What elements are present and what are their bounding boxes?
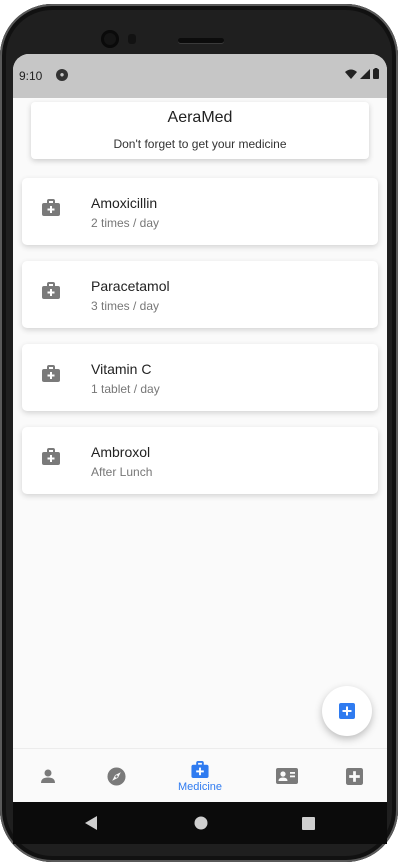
- person-icon: [41, 769, 55, 783]
- back-icon[interactable]: [85, 816, 97, 830]
- home-icon[interactable]: [194, 816, 208, 830]
- status-bar: 9:10 ●: [13, 54, 387, 98]
- app-subtitle: Don't forget to get your medicine: [113, 137, 287, 151]
- header-card: AeraMed Don't forget to get your medicin…: [31, 102, 369, 159]
- app-title: AeraMed: [167, 109, 233, 126]
- nav-label-medicine: Medicine: [177, 780, 223, 793]
- status-time: 9:10: [19, 69, 43, 83]
- earpiece-speaker: [178, 38, 224, 43]
- contact-card-icon: [276, 768, 298, 784]
- medicine-dose: After Lunch: [91, 465, 153, 479]
- medicine-dose: 1 tablet / day: [91, 382, 160, 396]
- medicine-card[interactable]: Amoxicillin 2 times / day: [22, 178, 378, 245]
- battery-icon: [373, 68, 379, 79]
- add-box-icon: [339, 703, 355, 719]
- nav-item-contacts[interactable]: [272, 749, 302, 802]
- nav-item-profile[interactable]: [33, 749, 63, 802]
- medicine-card[interactable]: Ambroxol After Lunch: [22, 427, 378, 494]
- medicine-dose: 2 times / day: [91, 216, 160, 230]
- app-notification-icon: ●: [56, 69, 68, 81]
- medical-bag-icon: [42, 199, 60, 216]
- app-screen: 9:10 ● AeraMed Don't forget to get your …: [13, 54, 387, 802]
- medicine-card[interactable]: Vitamin C 1 tablet / day: [22, 344, 378, 411]
- medicine-card[interactable]: Paracetamol 3 times / day: [22, 261, 378, 328]
- front-camera: [101, 30, 119, 48]
- cell-signal-icon: [360, 68, 370, 79]
- system-navigation-bar: [13, 802, 387, 844]
- wifi-icon: [345, 69, 357, 79]
- recents-icon[interactable]: [302, 817, 315, 830]
- add-medicine-button[interactable]: [322, 686, 372, 736]
- medicine-dose: 3 times / day: [91, 299, 160, 313]
- status-indicators: [345, 68, 379, 79]
- nav-item-explore[interactable]: [101, 749, 131, 802]
- medicine-name: Paracetamol: [91, 278, 170, 294]
- compass-icon: [106, 766, 126, 786]
- medicine-name: Vitamin C: [91, 361, 152, 377]
- medicine-name: Ambroxol: [91, 444, 151, 460]
- medical-plus-icon: [345, 767, 363, 785]
- nav-item-health[interactable]: [339, 749, 369, 802]
- medical-bag-icon: [42, 365, 60, 382]
- nav-item-medicine[interactable]: Medicine: [170, 749, 230, 802]
- sensor: [128, 34, 136, 44]
- medical-bag-icon: [42, 282, 60, 299]
- bottom-navigation: Medicine: [13, 748, 387, 802]
- medical-bag-icon: [42, 448, 60, 465]
- medical-bag-icon: [191, 760, 209, 778]
- medicine-name: Amoxicillin: [91, 195, 158, 211]
